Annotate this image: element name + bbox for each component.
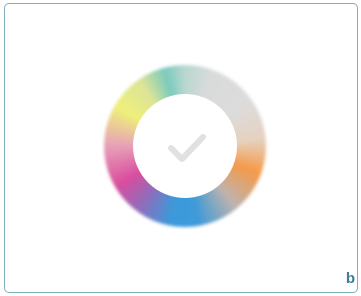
- option-label: b: [345, 270, 355, 287]
- checkmark-icon: [168, 134, 206, 162]
